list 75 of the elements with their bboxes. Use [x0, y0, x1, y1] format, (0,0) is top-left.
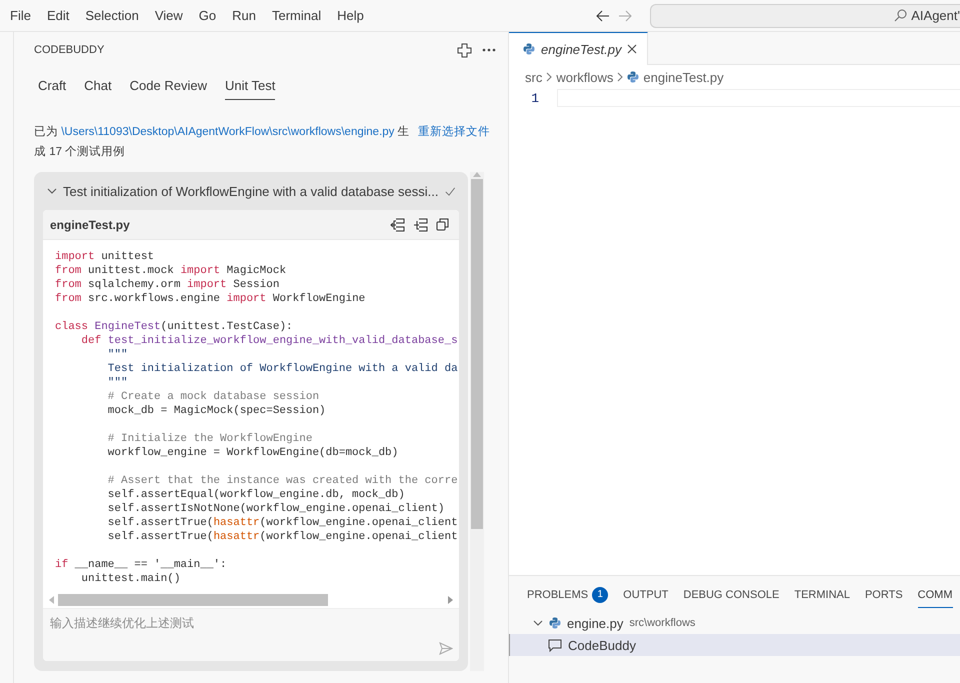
menu-item[interactable]: Terminal — [264, 8, 330, 23]
menu-item[interactable]: Run — [224, 8, 264, 23]
close-icon[interactable] — [627, 44, 638, 54]
code-line: self.assertTrue(hasattr(workflow_engine.openai_client — [106, 516, 459, 530]
menu-item[interactable]: File — [2, 8, 39, 23]
line-number: 1 — [530, 90, 540, 106]
code-line: Test initialization of WorkflowEngine with a valid da — [106, 362, 459, 376]
code-line: # Assert that the instance was created with the corre — [106, 474, 459, 488]
code-line: from unittest.mock import MagicMock — [55, 264, 288, 278]
chevron-icon[interactable] — [533, 618, 543, 628]
vertical-scrollbar[interactable] — [471, 179, 483, 529]
plugin-icon[interactable] — [457, 42, 472, 58]
test-case-title[interactable]: Test initialization of WorkflowEngine with a valid database sessi... — [63, 184, 439, 198]
python-file-icon — [523, 43, 535, 55]
search-icon — [894, 9, 908, 22]
panel-title: CODEBUDDY — [34, 44, 104, 56]
more-icon[interactable] — [482, 48, 496, 52]
panel-tab[interactable]: COMM — [918, 580, 952, 608]
python-file-icon — [627, 71, 640, 83]
python-file-icon — [549, 617, 561, 629]
code-file-name: engineTest.py — [50, 218, 130, 232]
problem-source: CodeBuddy — [568, 638, 636, 652]
code-line: unittest.main() — [80, 572, 182, 586]
mode-tab[interactable]: Unit Test — [224, 76, 276, 100]
copy-icon[interactable] — [436, 218, 449, 231]
panel-tab[interactable]: OUTPUT — [623, 580, 668, 608]
menu-item[interactable]: Selection — [77, 8, 147, 23]
problem-file[interactable]: engine.py — [567, 616, 624, 630]
code-line: workflow_engine = WorkflowEngine(db=mock_db) — [106, 446, 400, 460]
mode-tab[interactable]: Craft — [38, 76, 66, 100]
command-search-field[interactable]: AIAgent' — [650, 4, 960, 28]
panel-tab[interactable]: DEBUG CONSOLE — [683, 580, 780, 608]
editor-tab[interactable]: engineTest.py — [509, 32, 648, 65]
problem-row[interactable]: CodeBuddy — [509, 634, 960, 656]
code-line: # Create a mock database session — [106, 390, 320, 404]
menu-item[interactable]: View — [146, 8, 191, 23]
insert-icon[interactable] — [390, 218, 405, 232]
panel-tab[interactable]: TERMINAL — [794, 580, 850, 608]
reselect-file-link[interactable]: 重新选择文件 — [418, 122, 490, 142]
code-line: """ — [106, 348, 129, 362]
refine-input-field[interactable]: 输入描述继续优化上述测试 — [43, 609, 459, 661]
back-arrow-icon[interactable] — [596, 10, 610, 22]
mode-tab[interactable]: Chat — [84, 76, 112, 100]
count-badge: 1 — [592, 586, 608, 602]
scroll-right-icon[interactable] — [448, 596, 453, 604]
horizontal-scrollbar[interactable] — [58, 594, 328, 606]
file-path-link[interactable]: \Users\11093\Desktop\AIAgentWorkFlow\src\workflows\engine.py — [61, 126, 394, 138]
chevron-icon — [617, 72, 624, 82]
mode-tab[interactable]: Code Review — [130, 76, 207, 100]
insert-file-icon[interactable] — [413, 218, 428, 232]
panel-tab[interactable]: PROBLEMS 1 — [527, 578, 608, 610]
code-line: if __name__ == '__main__': — [55, 558, 228, 572]
result-message: 已为 \Users\11093\Desktop\AIAgentWorkFlow\src\workflows\engine.py 生成 17 个测试用例 — [34, 124, 411, 160]
chevron-icon — [546, 72, 552, 82]
menu-item[interactable]: Go — [190, 8, 224, 23]
code-line: # Initialize the WorkflowEngine — [106, 432, 314, 446]
problem-path: src\workflows — [629, 617, 696, 629]
breadcrumb-item[interactable]: workflows — [556, 70, 614, 84]
breadcrumb-item[interactable]: engineTest.py — [643, 70, 724, 84]
panel-tab[interactable]: PORTS — [864, 580, 903, 608]
code-line: """ — [106, 376, 129, 390]
code-line: self.assertEqual(workflow_engine.db, mock_db) — [106, 488, 406, 502]
chevron-icon[interactable] — [47, 186, 57, 196]
comment-icon — [548, 638, 562, 652]
code-line: self.assertIsNotNone(workflow_engine.openai_client) — [106, 502, 446, 516]
code-line: mock_db = MagicMock(spec=Session) — [106, 404, 327, 418]
code-line: from src.workflows.engine import WorkflowEngine — [55, 292, 366, 306]
menu-item[interactable]: Help — [329, 8, 372, 23]
code-line: def test_initialize_workflow_engine_with_valid_database_s — [80, 334, 459, 348]
code-line: from sqlalchemy.orm import Session — [55, 278, 280, 292]
menu-item[interactable]: Edit — [38, 8, 78, 23]
code-line: self.assertTrue(hasattr(workflow_engine.openai_client — [106, 530, 459, 544]
code-line: class EngineTest(unittest.TestCase): — [55, 320, 294, 334]
breadcrumb-item[interactable]: src — [525, 70, 542, 84]
code-line: import unittest — [55, 250, 156, 264]
